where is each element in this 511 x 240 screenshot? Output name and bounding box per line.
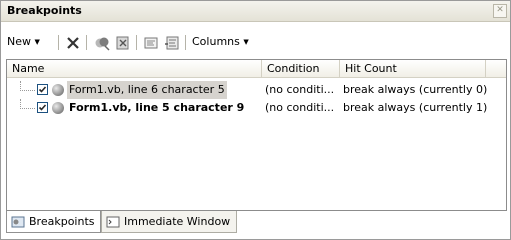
toolbar-separator: [136, 35, 137, 50]
breakpoint-row[interactable]: Form1.vb, line 5 character 9 (no conditi…: [7, 99, 506, 117]
breakpoint-hit-count: break always (currently 0): [343, 83, 488, 96]
column-header-row: Name Condition Hit Count: [7, 60, 506, 78]
toolbar: New ▼ Columns ▼: [1, 29, 510, 55]
dropdown-arrow-icon: ▼: [34, 38, 40, 46]
toolbar-separator: [185, 35, 186, 50]
breakpoint-glyph-icon: [52, 84, 64, 96]
go-to-disassembly-icon[interactable]: [164, 35, 180, 51]
toolbar-separator: [58, 35, 59, 50]
column-header-name[interactable]: Name: [7, 60, 262, 77]
go-to-source-code-icon[interactable]: [143, 35, 159, 51]
tab-label: Immediate Window: [124, 215, 231, 228]
title-bar: Breakpoints ✕: [1, 1, 510, 22]
breakpoint-hit-count: break always (currently 1): [343, 101, 488, 114]
breakpoint-enabled-checkbox[interactable]: [37, 102, 48, 113]
check-icon: [38, 104, 47, 111]
breakpoint-enabled-checkbox[interactable]: [37, 84, 48, 95]
breakpoint-glyph-icon: [52, 102, 64, 114]
tree-line: [20, 81, 35, 91]
breakpoint-row[interactable]: Form1.vb, line 6 character 5 (no conditi…: [7, 81, 506, 99]
window-title: Breakpoints: [7, 4, 82, 17]
toolbar-separator: [86, 35, 87, 50]
new-label: New: [7, 35, 31, 48]
disable-all-breakpoints-icon[interactable]: [94, 35, 110, 51]
check-icon: [38, 86, 47, 93]
close-icon[interactable]: ✕: [493, 4, 507, 18]
breakpoint-name: Form1.vb, line 5 character 9: [69, 101, 245, 114]
breakpoint-condition: (no conditi...: [265, 101, 335, 114]
immediate-window-icon: [106, 216, 120, 228]
delete-all-breakpoints-icon[interactable]: [115, 35, 131, 51]
dropdown-arrow-icon: ▼: [243, 38, 249, 46]
columns-label: Columns: [192, 35, 240, 48]
tab-immediate-window[interactable]: Immediate Window: [101, 211, 237, 233]
tree-line: [20, 99, 35, 109]
breakpoints-window-icon: [11, 216, 25, 228]
column-header-condition[interactable]: Condition: [262, 60, 340, 77]
breakpoint-condition: (no conditi...: [265, 83, 335, 96]
column-header-hit-count[interactable]: Hit Count: [340, 60, 486, 77]
breakpoints-window: Breakpoints ✕ New ▼ Columns ▼ Name Condi…: [0, 0, 511, 240]
delete-icon[interactable]: [65, 35, 81, 51]
new-dropdown-button[interactable]: New ▼: [7, 33, 40, 51]
tab-breakpoints[interactable]: Breakpoints: [6, 211, 101, 233]
tool-window-tabs: Breakpoints Immediate Window: [1, 211, 510, 239]
tab-label: Breakpoints: [29, 215, 95, 228]
breakpoints-list[interactable]: Name Condition Hit Count Form1.vb, line …: [6, 59, 507, 211]
columns-dropdown-button[interactable]: Columns ▼: [192, 33, 249, 51]
breakpoint-name: Form1.vb, line 6 character 5: [67, 81, 227, 99]
